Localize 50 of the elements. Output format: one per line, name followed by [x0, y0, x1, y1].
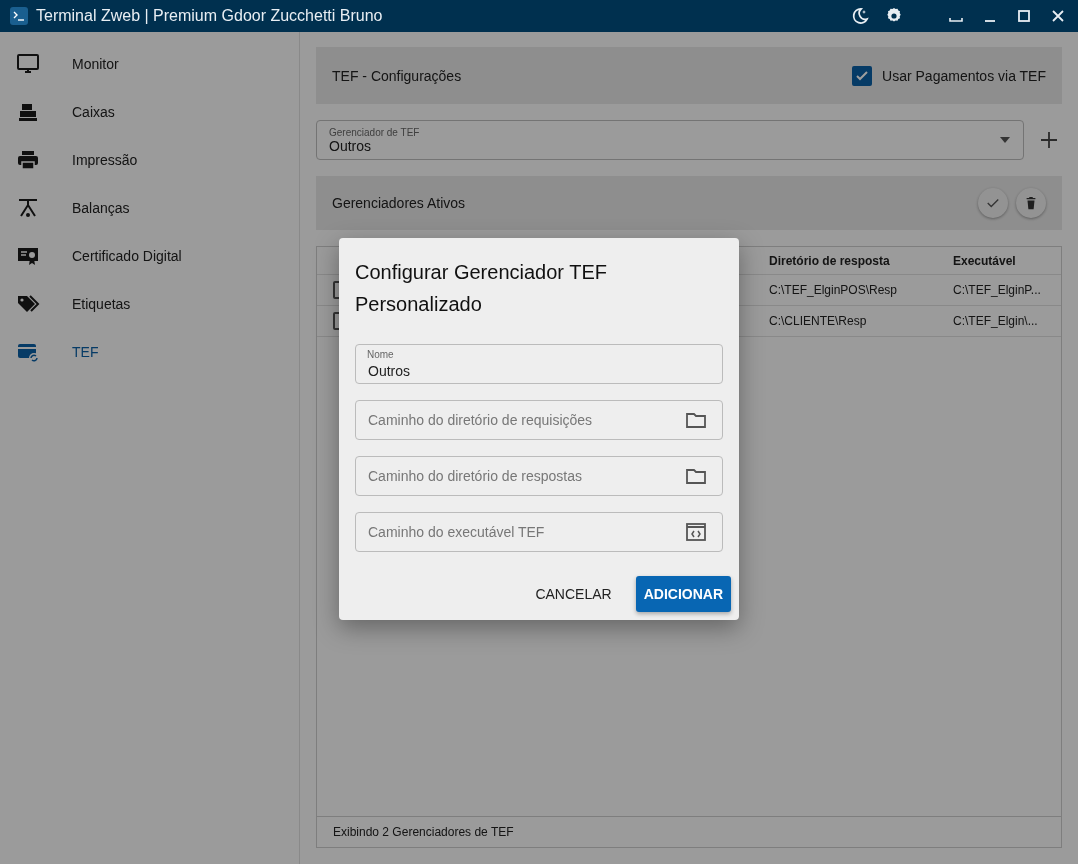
- sidebar-item[interactable]: Caixas: [0, 88, 299, 136]
- table-cell-text: C:\TEF_Elgin\...: [953, 314, 1039, 328]
- sidebar-label: TEF: [72, 344, 99, 360]
- field-label: Gerenciador de TEF: [329, 126, 421, 138]
- code-window-icon[interactable]: [685, 522, 707, 542]
- check-icon: [986, 196, 1000, 210]
- panel-title: TEF - Configurações: [332, 67, 462, 84]
- sidebar-item[interactable]: Monitor: [0, 40, 299, 88]
- panel-title: Gerenciadores Ativos: [332, 195, 466, 211]
- checkbox-label: Usar Pagamentos via TEF: [882, 67, 1046, 84]
- terminal-icon: [10, 7, 28, 25]
- field-value: Outros: [329, 137, 372, 154]
- column-header: Diretório de resposta: [769, 253, 891, 268]
- input-field[interactable]: Caminho do diretório de requisições: [355, 400, 723, 440]
- sidebar-item[interactable]: TEF: [0, 328, 299, 376]
- add-button[interactable]: ADICIONAR: [635, 576, 731, 612]
- dialog-title: Configurar Gerenciador TEF Personalizado: [355, 260, 608, 317]
- sidebar-label: Caixas: [72, 104, 115, 120]
- sidebar-label: Etiquetas: [72, 296, 131, 312]
- sidebar-label: Certificado Digital: [72, 248, 182, 264]
- checkbox[interactable]: [852, 65, 873, 86]
- table-cell-text: C:\TEF_ElginPOS\Resp: [769, 283, 899, 297]
- table-cell-text: C:\TEF_ElginP...: [953, 283, 1042, 297]
- column-header: Executável: [953, 253, 1017, 268]
- sidebar-item[interactable]: Certificado Digital: [0, 232, 299, 280]
- folder-icon[interactable]: [685, 466, 707, 486]
- sidebar-label: Balanças: [72, 200, 130, 216]
- sidebar-item[interactable]: Etiquetas: [0, 280, 299, 328]
- delete-button[interactable]: [1016, 188, 1046, 218]
- cancel-button[interactable]: CANCELAR: [527, 576, 620, 612]
- field-label: Nome: [367, 349, 394, 360]
- input-field[interactable]: Caminho do executável TEF: [355, 512, 723, 552]
- folder-icon[interactable]: [685, 410, 707, 430]
- manager-select[interactable]: Gerenciador de TEF Outros: [316, 120, 1024, 160]
- input-field[interactable]: Caminho do diretório de respostas: [355, 456, 723, 496]
- trash-icon: [1024, 196, 1038, 210]
- moon-icon[interactable]: [850, 6, 870, 26]
- sidebar-label: Monitor: [72, 56, 119, 72]
- sidebar-item[interactable]: Impressão: [0, 136, 299, 184]
- scale-icon: [16, 196, 40, 220]
- monitor-icon: [16, 52, 40, 76]
- plus-icon[interactable]: [1040, 131, 1058, 149]
- sidebar-item[interactable]: Balanças: [0, 184, 299, 232]
- printer-icon: [16, 148, 40, 172]
- confirm-button[interactable]: [978, 188, 1008, 218]
- table-cell-text: C:\CLIENTE\Resp: [769, 314, 868, 328]
- caret-icon: [999, 136, 1011, 144]
- window-title: Terminal Zweb | Premium Gdoor Zucchetti Bruno: [36, 7, 384, 25]
- table-footer: Exibindo 2 Gerenciadores de TEF: [317, 816, 1061, 847]
- sidebar-label: Impressão: [72, 152, 138, 168]
